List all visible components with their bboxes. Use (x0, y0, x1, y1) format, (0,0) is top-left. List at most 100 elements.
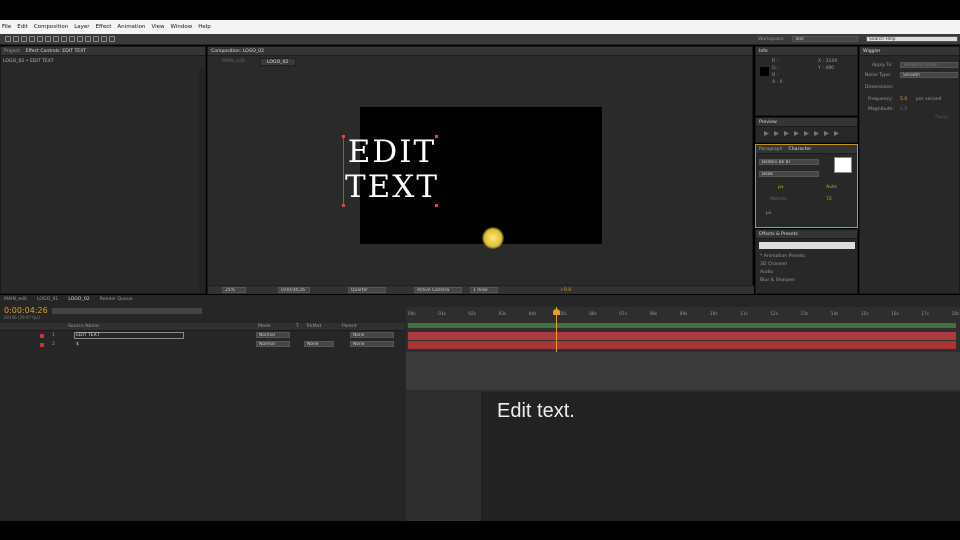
apply-to-dropdown[interactable]: Temporal Graph (900, 62, 958, 68)
menu-layer[interactable]: Layer (74, 24, 89, 30)
menu-animation[interactable]: Animation (117, 24, 145, 30)
timeline-search-input[interactable] (52, 308, 202, 314)
zoom-dropdown[interactable]: 25% (222, 287, 246, 293)
kerning-field[interactable]: Metrics (770, 197, 787, 202)
layer-duration-bar[interactable] (408, 332, 956, 340)
layer-header: Source Name Mode T TrkMat Parent (0, 323, 405, 331)
comp-nav-main[interactable]: MAIN_edit (222, 59, 245, 64)
bbox-handle[interactable] (342, 135, 345, 138)
last-frame-icon[interactable] (804, 131, 809, 136)
ruler-tick-label: 16s (891, 311, 899, 316)
tab-project[interactable]: Project (4, 49, 20, 54)
font-size-field[interactable]: px (778, 185, 784, 190)
tab-logo-01[interactable]: LOGO_01 (37, 297, 58, 302)
first-frame-icon[interactable] (764, 131, 769, 136)
frequency-value[interactable]: 5.0 (900, 97, 907, 102)
exposure-value[interactable]: +0.0 (560, 288, 571, 293)
tab-wiggler[interactable]: Wiggler (863, 49, 881, 54)
rotate-tool-icon[interactable] (29, 36, 35, 42)
bbox-handle[interactable] (435, 135, 438, 138)
bbox-handle[interactable] (342, 204, 345, 207)
menu-effect[interactable]: Effect (96, 24, 112, 30)
magnitude-value[interactable]: 1.0 (900, 107, 907, 112)
time-ruler[interactable]: 00s 01s 02s 03s 04s 05s 06s 07s 08s 09s 10s 11s 12s 1… (406, 311, 960, 321)
timeline-timecode[interactable]: 0:00:04:26 (4, 306, 48, 315)
resolution-dropdown[interactable]: Quarter (348, 287, 386, 293)
layer-mode[interactable]: Normal (256, 332, 290, 338)
next-frame-icon[interactable] (794, 131, 799, 136)
menu-window[interactable]: Window (171, 24, 193, 30)
tab-composition[interactable]: Composition: LOGO_02 (211, 49, 264, 54)
layer-row[interactable]: 1 EDIT TEXT Normal None (0, 332, 405, 340)
playhead-icon[interactable] (553, 309, 560, 315)
layer-row[interactable]: 2 $ Normal None None (0, 341, 405, 349)
leading-field[interactable]: Auto (826, 185, 837, 190)
font-family-dropdown[interactable]: Bodoni Bk BT (759, 159, 819, 165)
stroke-width-field[interactable]: px (766, 211, 772, 216)
search-help-input[interactable]: Search Help (866, 36, 958, 42)
menu-edit[interactable]: Edit (17, 24, 28, 30)
brush-tool-icon[interactable] (77, 36, 83, 42)
layer-mode[interactable]: Normal (256, 341, 290, 347)
effects-search-input[interactable] (759, 242, 855, 249)
font-style-dropdown[interactable]: Book (759, 171, 819, 177)
bbox-handle[interactable] (435, 204, 438, 207)
scrollbar[interactable] (199, 67, 205, 292)
ruler-tick-label: 15s (861, 311, 869, 316)
work-area-bar[interactable] (408, 323, 956, 328)
effects-item[interactable]: Blur & Sharpen (760, 278, 795, 283)
loop-icon[interactable] (824, 131, 829, 136)
effects-item[interactable]: * Animation Presets (760, 254, 805, 259)
views-dropdown[interactable]: 1 View (470, 287, 498, 293)
tab-effects-presets[interactable]: Effects & Presets (759, 232, 798, 237)
puppet-tool-icon[interactable] (109, 36, 115, 42)
comp-nav-current[interactable]: LOGO_02 (260, 58, 296, 66)
camera-dropdown[interactable]: Active Camera (414, 287, 462, 293)
ram-preview-icon[interactable] (834, 131, 839, 136)
label-color-icon[interactable] (40, 343, 44, 347)
layer-trkmat[interactable]: None (304, 341, 334, 347)
menu-composition[interactable]: Composition (34, 24, 68, 30)
tab-effect-controls[interactable]: Effect Controls: EDIT TEXT (26, 49, 86, 54)
effects-item[interactable]: 3D Channel (760, 262, 787, 267)
tab-preview[interactable]: Preview (759, 120, 777, 125)
prev-frame-icon[interactable] (774, 131, 779, 136)
camera-tool-icon[interactable] (37, 36, 43, 42)
tab-render-queue[interactable]: Render Queue (100, 297, 133, 302)
tab-info[interactable]: Info (759, 49, 768, 54)
fill-color-swatch[interactable] (834, 157, 852, 173)
pan-behind-tool-icon[interactable] (45, 36, 51, 42)
workspace-dropdown[interactable]: Text (792, 36, 858, 42)
layer-parent[interactable]: None (350, 341, 394, 347)
noise-type-dropdown[interactable]: Smooth (900, 72, 958, 78)
tab-logo-02[interactable]: LOGO_02 (68, 297, 89, 302)
col-mode: Mode (258, 324, 271, 329)
pen-tool-icon[interactable] (61, 36, 67, 42)
tab-character[interactable]: Character (789, 147, 812, 152)
zoom-tool-icon[interactable] (21, 36, 27, 42)
menu-help[interactable]: Help (198, 24, 211, 30)
layer-parent[interactable]: None (350, 332, 394, 338)
tab-main-edit[interactable]: MAIN_edit (4, 297, 27, 302)
tracking-field[interactable]: 72 (826, 197, 832, 202)
rectangle-tool-icon[interactable] (53, 36, 59, 42)
workspace-label: Workspace: (758, 37, 785, 42)
hand-tool-icon[interactable] (13, 36, 19, 42)
roto-brush-tool-icon[interactable] (101, 36, 107, 42)
apply-button[interactable]: Apply (935, 115, 948, 120)
clone-stamp-tool-icon[interactable] (85, 36, 91, 42)
tab-paragraph[interactable]: Paragraph (759, 147, 783, 152)
type-tool-icon[interactable] (69, 36, 75, 42)
effects-item[interactable]: Audio (760, 270, 773, 275)
layer-name[interactable]: $ (76, 342, 79, 347)
label-color-icon[interactable] (40, 334, 44, 338)
comp-timecode[interactable]: 0;00;04;26 (278, 287, 310, 293)
selection-tool-icon[interactable] (5, 36, 11, 42)
menu-view[interactable]: View (151, 24, 164, 30)
play-icon[interactable] (784, 131, 789, 136)
layer-duration-bar[interactable] (408, 341, 956, 349)
menu-file[interactable]: File (2, 24, 11, 30)
audio-icon[interactable] (814, 131, 819, 136)
eraser-tool-icon[interactable] (93, 36, 99, 42)
layer-name[interactable]: EDIT TEXT (76, 333, 100, 338)
